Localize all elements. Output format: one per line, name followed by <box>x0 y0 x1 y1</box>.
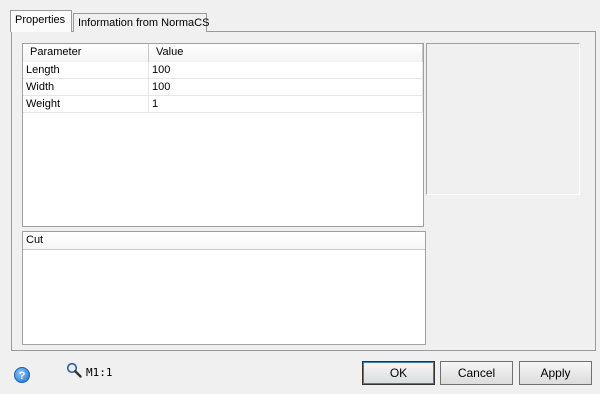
grid-body: Length 100 Width 100 Weight 1 <box>23 62 423 113</box>
column-header-value[interactable]: Value <box>149 44 423 62</box>
zoom-scale-label: M1:1 <box>86 366 113 379</box>
cut-header: Cut <box>23 232 425 250</box>
ok-button[interactable]: OK <box>362 361 435 385</box>
tab-information-from-normacs[interactable]: Information from NormaCS <box>73 13 210 32</box>
help-icon[interactable]: ? <box>14 367 30 383</box>
value-cell[interactable]: 1 <box>149 96 423 113</box>
cut-panel: Cut <box>22 231 426 345</box>
parameter-cell: Length <box>23 62 149 79</box>
table-row[interactable]: Weight 1 <box>23 96 423 113</box>
parameter-cell: Width <box>23 79 149 96</box>
tab-information-label: Information from NormaCS <box>78 17 210 29</box>
apply-button[interactable]: Apply <box>519 361 592 385</box>
value-cell[interactable]: 100 <box>149 79 423 96</box>
column-header-parameter[interactable]: Parameter <box>23 44 149 62</box>
tab-properties-label: Properties <box>15 14 66 26</box>
parameter-cell: Weight <box>23 96 149 113</box>
table-row[interactable]: Length 100 <box>23 62 423 79</box>
value-cell[interactable]: 100 <box>149 62 423 79</box>
preview-panel <box>426 43 580 195</box>
tab-properties[interactable]: Properties <box>10 10 72 32</box>
grid-header: Parameter Value <box>23 44 423 62</box>
magnifier-icon[interactable] <box>66 362 82 378</box>
parameter-grid: Parameter Value Length 100 Width 100 Wei… <box>22 43 424 227</box>
table-row[interactable]: Width 100 <box>23 79 423 96</box>
cancel-button[interactable]: Cancel <box>440 361 513 385</box>
